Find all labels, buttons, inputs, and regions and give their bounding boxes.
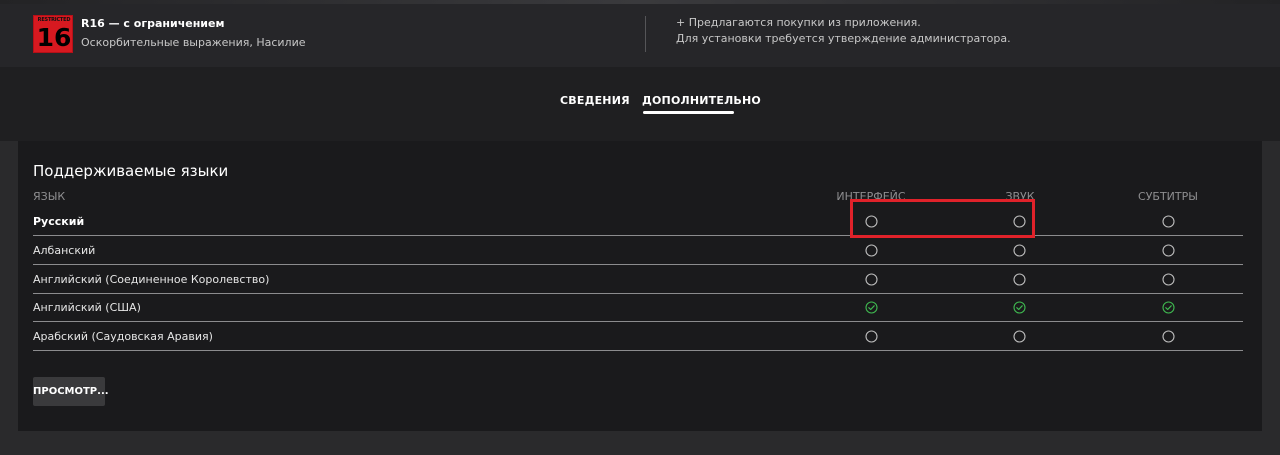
rating-description: Оскорбительные выражения, Насилие [81, 36, 306, 49]
age-rating-badge-number: 16 [36, 23, 72, 52]
interface-empty-circle-icon [865, 330, 878, 343]
age-rating-badge: RESTRICTED 16 [33, 15, 73, 53]
language-name: Английский (США) [33, 301, 141, 314]
language-name: Арабский (Саудовская Аравия) [33, 330, 213, 343]
language-row: Английский (Соединенное Королевство) [33, 266, 1243, 294]
audio-empty-circle-icon [1013, 273, 1026, 286]
rating-title: R16 — с ограничением [81, 17, 225, 30]
language-name: Албанский [33, 244, 96, 257]
subtitles-check-circle-icon [1162, 301, 1175, 314]
subtitles-empty-circle-icon [1162, 215, 1175, 228]
header-divider [645, 16, 646, 52]
language-row: Русский [33, 208, 1243, 236]
language-row: Английский (США) [33, 294, 1243, 322]
audio-check-circle-icon [1013, 301, 1026, 314]
rating-header [0, 0, 1280, 67]
highlight-annotation [850, 199, 1035, 238]
tab-additional[interactable]: ДОПОЛНИТЕЛЬНО [642, 94, 761, 107]
language-row: Арабский (Саудовская Аравия) [33, 323, 1243, 351]
review-button[interactable]: ПРОСМОТР... [33, 377, 109, 406]
interface-check-circle-icon [865, 301, 878, 314]
language-name: Английский (Соединенное Королевство) [33, 273, 270, 286]
column-header-subtitles: СУБТИТРЫ [1138, 190, 1198, 203]
language-name: Русский [33, 215, 85, 228]
subtitles-empty-circle-icon [1162, 330, 1175, 343]
interface-empty-circle-icon [865, 244, 878, 257]
language-row: Албанский [33, 237, 1243, 265]
subtitles-empty-circle-icon [1162, 273, 1175, 286]
tab-bar: СВЕДЕНИЯ ДОПОЛНИТЕЛЬНО [0, 67, 1280, 141]
audio-empty-circle-icon [1013, 330, 1026, 343]
tab-details[interactable]: СВЕДЕНИЯ [560, 94, 630, 107]
audio-empty-circle-icon [1013, 244, 1026, 257]
admin-approval-notice: Для установки требуется утверждение адми… [676, 32, 1011, 45]
column-header-language: ЯЗЫК [33, 190, 66, 203]
section-title: Поддерживаемые языки [33, 162, 229, 180]
active-tab-indicator [643, 111, 734, 114]
subtitles-empty-circle-icon [1162, 244, 1175, 257]
interface-empty-circle-icon [865, 273, 878, 286]
in-app-purchases-notice: + Предлагаются покупки из приложения. [676, 16, 921, 29]
